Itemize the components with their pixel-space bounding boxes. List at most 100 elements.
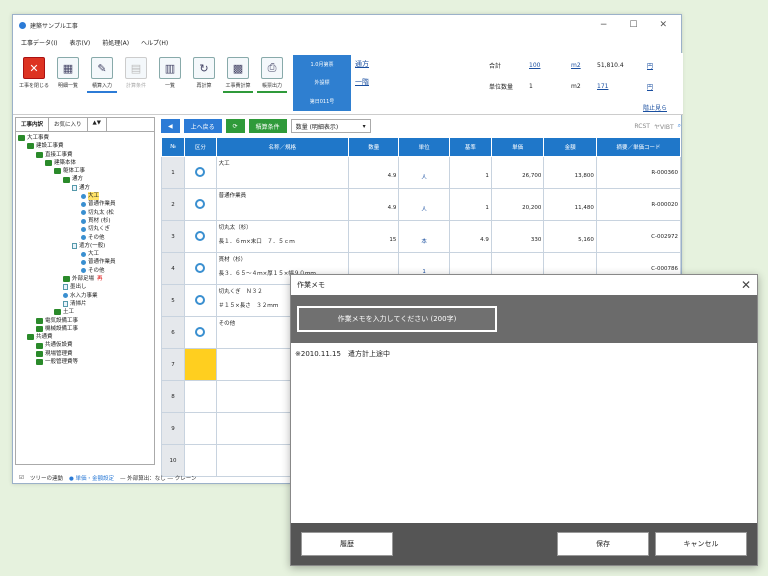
row-number[interactable]: 7: [160, 348, 186, 381]
name-cell[interactable]: 普通作業員: [215, 188, 350, 221]
row-number[interactable]: 3: [160, 220, 186, 253]
tree-node[interactable]: 普通作業員: [18, 200, 152, 208]
maximize-button[interactable]: ☐: [629, 20, 637, 30]
tree-node[interactable]: 切丸くぎ: [18, 225, 152, 233]
base-cell[interactable]: 1: [448, 156, 492, 189]
tree-node[interactable]: 土工: [18, 308, 152, 316]
name-cell[interactable]: 切丸太（杉） 長１．６ｍ×末口 ７．５ｃｍ: [215, 220, 350, 253]
history-button[interactable]: 履歴: [301, 532, 393, 556]
list-button[interactable]: ▥ 一覧: [153, 53, 187, 111]
tree-node[interactable]: 切丸太 (松: [18, 209, 152, 217]
row-type-cell[interactable]: [184, 316, 217, 349]
print-button[interactable]: ⎙ 帳票出力: [255, 53, 289, 111]
row-type-cell[interactable]: [184, 412, 217, 445]
qty-cell[interactable]: 4.9: [347, 156, 400, 189]
tree-node[interactable]: 大工: [18, 192, 152, 201]
tree-node[interactable]: 外部足場再: [18, 275, 152, 283]
save-button[interactable]: 保存: [557, 532, 649, 556]
column-header[interactable]: 基準: [448, 137, 492, 157]
go-up-button[interactable]: 上へ戻る: [183, 119, 222, 133]
tree-node[interactable]: 墨出し: [18, 283, 152, 291]
price-cell[interactable]: 330: [490, 220, 545, 253]
tree-node[interactable]: 一般管理費等: [18, 358, 152, 366]
column-header[interactable]: 金額: [543, 137, 597, 157]
filter-button[interactable]: 積算条件: [248, 119, 287, 133]
price-cell[interactable]: 26,700: [490, 156, 545, 189]
code-cell[interactable]: C-002972: [595, 220, 682, 253]
memo-input-button[interactable]: 作業メモを入力してください (200字): [297, 306, 497, 332]
display-combo[interactable]: 数量 (明細表示) ▾: [290, 119, 371, 133]
row-number[interactable]: 1: [160, 156, 186, 189]
qty-cell[interactable]: 15: [347, 220, 400, 253]
base-cell[interactable]: 4.9: [448, 220, 492, 253]
row-type-cell[interactable]: [184, 380, 217, 413]
row-number[interactable]: 2: [160, 188, 186, 221]
memo-textarea[interactable]: ※2010.11.15 遣方計上途中: [291, 343, 757, 523]
menu-preprocess[interactable]: 前処理(A): [102, 38, 129, 47]
refresh-icon[interactable]: ⟳: [225, 119, 245, 133]
row-type-cell[interactable]: [184, 348, 217, 381]
row-type-cell[interactable]: [184, 156, 217, 189]
rcst-button[interactable]: RCST: [634, 123, 650, 130]
amount-cell[interactable]: 11,480: [543, 188, 597, 221]
column-header[interactable]: №: [160, 137, 186, 157]
unit-cell[interactable]: 本: [398, 220, 450, 253]
checkbox-icon[interactable]: ☑: [19, 475, 24, 481]
detail-list-button[interactable]: ▦ 明細一覧: [51, 53, 85, 111]
tree-node[interactable]: その他: [18, 234, 152, 242]
table-row[interactable]: 1 大工 4.9 人 1 26,700 13,800 R-000360: [160, 156, 682, 189]
table-row[interactable]: 3 切丸太（杉） 長１．６ｍ×末口 ７．５ｃｍ 15 本 4.9 330 5,160 C-002…: [160, 220, 682, 253]
menu-view[interactable]: 表示(V): [69, 38, 90, 47]
name-cell[interactable]: 大工: [215, 156, 350, 189]
row-type-cell[interactable]: [184, 444, 217, 477]
menu-koji-data[interactable]: 工事データ(I): [21, 38, 57, 47]
amount-cell[interactable]: 5,160: [543, 220, 597, 253]
period-info-box[interactable]: 1.0月第票 外設標 第日011号: [293, 55, 351, 111]
search-icon[interactable]: ⌕: [678, 122, 681, 130]
row-number[interactable]: 9: [160, 412, 186, 445]
row-number[interactable]: 6: [160, 316, 186, 349]
price-cell[interactable]: 20,200: [490, 188, 545, 221]
cost-calc-button[interactable]: ▩ 工事費計算: [221, 53, 255, 111]
row-number[interactable]: 8: [160, 380, 186, 413]
unit-cell[interactable]: 人: [398, 188, 450, 221]
review-link[interactable]: 階止見ら: [597, 103, 667, 112]
total-qty[interactable]: 100: [529, 62, 571, 69]
amount-cell[interactable]: 13,800: [543, 156, 597, 189]
column-header[interactable]: 単価: [490, 137, 545, 157]
unit-cell[interactable]: 人: [398, 156, 450, 189]
breadcrumb-link-2[interactable]: 一階: [355, 77, 369, 87]
tree-node[interactable]: 大工: [18, 250, 152, 258]
table-row[interactable]: 2 普通作業員 4.9 人 1 20,200 11,480 R-000020: [160, 188, 682, 221]
tree-node[interactable]: 清掃片: [18, 300, 152, 308]
tree-node[interactable]: 現場管理費: [18, 350, 152, 358]
tab-favorites[interactable]: お気に入り: [49, 118, 88, 131]
base-cell[interactable]: 1: [448, 188, 492, 221]
row-number[interactable]: 4: [160, 252, 186, 285]
column-header[interactable]: 名称／規格: [215, 137, 350, 157]
column-header[interactable]: 単位: [398, 137, 450, 157]
close-icon[interactable]: ✕: [741, 278, 751, 292]
estimate-input-button[interactable]: ✎ 積算入力: [85, 53, 119, 111]
code-cell[interactable]: R-000020: [595, 188, 682, 221]
row-type-cell[interactable]: [184, 220, 217, 253]
column-header[interactable]: 区分: [184, 137, 217, 157]
row-number[interactable]: 10: [160, 444, 186, 477]
tree-node[interactable]: 普通作業員: [18, 258, 152, 266]
tree-sort-buttons[interactable]: ▲▼: [88, 118, 107, 131]
tree-node[interactable]: 機械設備工事: [18, 325, 152, 333]
close-window-button[interactable]: ✕: [659, 20, 667, 30]
column-header[interactable]: 数量: [347, 137, 400, 157]
tree-node[interactable]: 通方: [18, 175, 152, 183]
vibt-button[interactable]: ヤVIBT: [654, 122, 674, 131]
breadcrumb-link-1[interactable]: 通方: [355, 59, 369, 69]
tree-node[interactable]: 建設工事費: [18, 142, 152, 150]
qty-cell[interactable]: 4.9: [347, 188, 400, 221]
tree-node[interactable]: 共通仮設費: [18, 341, 152, 349]
tree-node[interactable]: 大工事費: [18, 134, 152, 142]
close-project-button[interactable]: ✕ 工事を閉じる: [17, 53, 51, 111]
tab-koji-uchiwake[interactable]: 工事内訳: [16, 118, 50, 131]
row-type-cell[interactable]: [184, 252, 217, 285]
tree-node[interactable]: その他: [18, 267, 152, 275]
tree-node[interactable]: 電気設備工事: [18, 317, 152, 325]
